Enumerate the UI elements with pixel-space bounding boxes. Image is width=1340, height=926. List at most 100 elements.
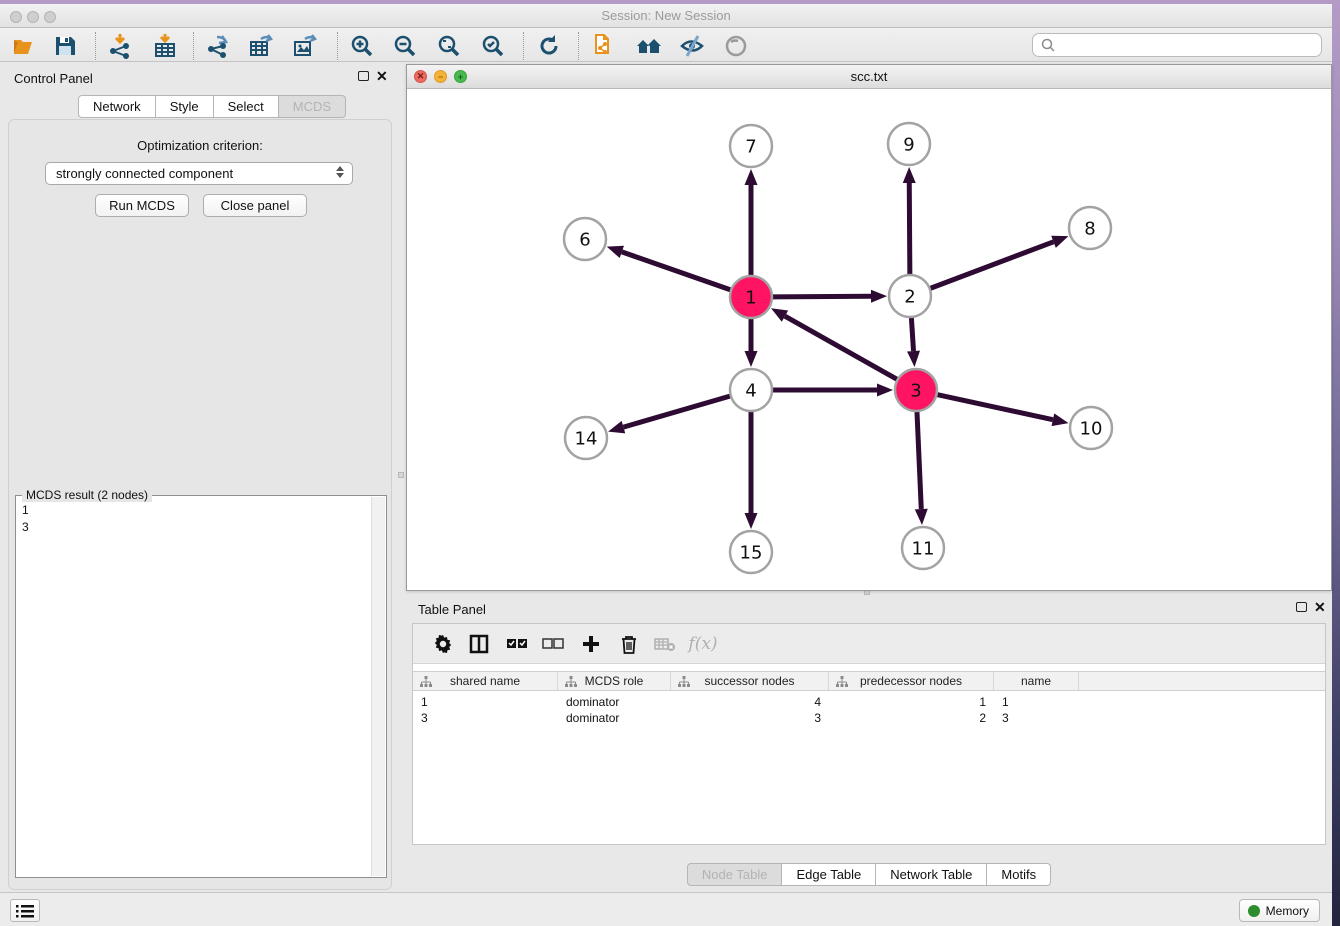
graph-edge-2-8[interactable] — [931, 242, 1054, 288]
cell-mcds-role[interactable]: dominator — [558, 694, 671, 710]
hide-graphics-icon[interactable] — [679, 33, 705, 59]
column-header-name[interactable]: name — [994, 672, 1079, 690]
zoom-in-icon[interactable] — [349, 33, 375, 59]
close-panel-button[interactable]: Close panel — [203, 194, 307, 217]
tree-icon — [836, 676, 848, 688]
float-table-panel-icon[interactable] — [1296, 602, 1307, 612]
go-home-icon[interactable] — [635, 33, 661, 59]
close-panel-icon[interactable]: ✕ — [376, 71, 388, 81]
table-panel-tabs: Node Table Edge Table Network Table Moti… — [406, 863, 1332, 886]
memory-button[interactable]: Memory — [1239, 899, 1320, 922]
import-table-icon[interactable] — [152, 33, 178, 59]
task-history-button[interactable] — [10, 899, 40, 922]
cell-shared-name[interactable]: 3 — [413, 710, 558, 726]
table-settings-gear-icon[interactable] — [431, 632, 455, 656]
zoom-selected-icon[interactable] — [480, 33, 506, 59]
toolbar-separator — [523, 32, 524, 60]
toolbar-separator — [578, 32, 579, 60]
graph-edge-4-14[interactable] — [623, 396, 729, 427]
main-toolbar — [0, 28, 1332, 62]
tab-style[interactable]: Style — [156, 95, 214, 118]
add-column-icon[interactable] — [579, 632, 603, 656]
refresh-icon[interactable] — [536, 33, 562, 59]
graph-node-label: 1 — [745, 287, 756, 308]
titlebar: Session: New Session — [0, 4, 1332, 28]
float-panel-icon[interactable] — [358, 71, 369, 81]
cell-name[interactable]: 3 — [994, 710, 1079, 726]
delete-column-icon[interactable] — [617, 632, 641, 656]
column-header-shared-name[interactable]: shared name — [413, 672, 558, 690]
clone-network-icon[interactable] — [592, 33, 618, 59]
tree-icon — [420, 676, 432, 688]
vertical-splitter-handle[interactable] — [398, 472, 404, 478]
cell-predecessor-nodes[interactable]: 1 — [829, 694, 994, 710]
toolbar-separator — [95, 32, 96, 60]
graph-edge-arrowhead — [745, 351, 758, 367]
graph-edge-2-3[interactable] — [911, 318, 913, 351]
export-network-icon[interactable] — [205, 33, 231, 59]
tab-mcds[interactable]: MCDS — [279, 95, 346, 118]
network-canvas[interactable]: 1234678910111415 — [407, 89, 1331, 590]
tab-network-table[interactable]: Network Table — [876, 863, 987, 886]
cell-successor-nodes[interactable]: 3 — [671, 710, 829, 726]
table-row[interactable]: 1 dominator 4 1 1 — [413, 694, 1325, 710]
tab-node-table[interactable]: Node Table — [687, 863, 783, 886]
graph-edge-3-11[interactable] — [917, 412, 921, 509]
graph-edge-2-9[interactable] — [909, 183, 910, 274]
export-table-icon[interactable] — [248, 33, 274, 59]
column-layout-icon[interactable] — [467, 632, 491, 656]
graph-node-label: 9 — [903, 134, 914, 155]
table-row[interactable]: 3 dominator 3 2 3 — [413, 710, 1325, 726]
graph-edge-3-10[interactable] — [937, 395, 1052, 420]
column-header-successor-nodes[interactable]: successor nodes — [671, 672, 829, 690]
column-header-predecessor-nodes[interactable]: predecessor nodes — [829, 672, 994, 690]
graph-edge-arrowhead — [1051, 236, 1068, 248]
result-item[interactable]: 3 — [22, 519, 370, 536]
zoom-out-icon[interactable] — [392, 33, 418, 59]
tab-network[interactable]: Network — [78, 95, 156, 118]
graph-edge-arrowhead — [608, 421, 625, 433]
control-panel-tabs: Network Style Select MCDS — [78, 95, 346, 118]
graph-edge-3-1[interactable] — [785, 316, 897, 379]
control-panel-title: Control Panel — [14, 71, 93, 86]
tab-edge-table[interactable]: Edge Table — [782, 863, 876, 886]
optimization-criterion-select[interactable]: strongly connected component — [45, 162, 353, 185]
close-table-panel-icon[interactable]: ✕ — [1314, 602, 1326, 612]
run-mcds-button[interactable]: Run MCDS — [95, 194, 189, 217]
graph-edge-arrowhead — [877, 384, 893, 397]
select-all-columns-icon[interactable] — [505, 632, 529, 656]
unselect-all-columns-icon[interactable] — [541, 632, 565, 656]
graph-edge-arrowhead — [907, 351, 920, 367]
mcds-result-list[interactable]: 1 3 — [18, 502, 370, 875]
search-field[interactable] — [1032, 33, 1322, 57]
render-sphere-icon[interactable] — [723, 33, 749, 59]
cell-name[interactable]: 1 — [994, 694, 1079, 710]
search-input[interactable] — [1056, 35, 1321, 55]
combo-chevrons-icon — [336, 166, 344, 178]
mcds-panel: Optimization criterion: strongly connect… — [8, 119, 392, 890]
open-file-icon[interactable] — [10, 33, 36, 59]
table-header-row: shared name MCDS role successor nodes pr… — [413, 671, 1325, 691]
result-item[interactable]: 1 — [22, 502, 370, 519]
cell-predecessor-nodes[interactable]: 2 — [829, 710, 994, 726]
graph-edge-1-6[interactable] — [622, 252, 730, 290]
network-view-window: ✕ − + scc.txt 1234678910111415 — [406, 64, 1332, 591]
function-builder-icon[interactable]: f(x) — [691, 632, 715, 656]
cell-successor-nodes[interactable]: 4 — [671, 694, 829, 710]
cell-mcds-role[interactable]: dominator — [558, 710, 671, 726]
graph-edge-1-2[interactable] — [773, 296, 871, 297]
import-network-icon[interactable] — [107, 33, 133, 59]
cell-shared-name[interactable]: 1 — [413, 694, 558, 710]
column-header-mcds-role[interactable]: MCDS role — [558, 672, 671, 690]
export-image-icon[interactable] — [292, 33, 318, 59]
tree-icon — [678, 676, 690, 688]
result-scrollbar[interactable] — [371, 497, 385, 876]
network-window-titlebar[interactable]: ✕ − + scc.txt — [407, 65, 1331, 89]
mcds-result-box: MCDS result (2 nodes) 1 3 — [15, 495, 387, 878]
tab-select[interactable]: Select — [214, 95, 279, 118]
tab-motifs[interactable]: Motifs — [987, 863, 1051, 886]
delete-table-icon[interactable] — [653, 632, 677, 656]
zoom-fit-icon[interactable] — [436, 33, 462, 59]
save-session-icon[interactable] — [52, 33, 78, 59]
network-graph[interactable]: 1234678910111415 — [407, 89, 1331, 590]
